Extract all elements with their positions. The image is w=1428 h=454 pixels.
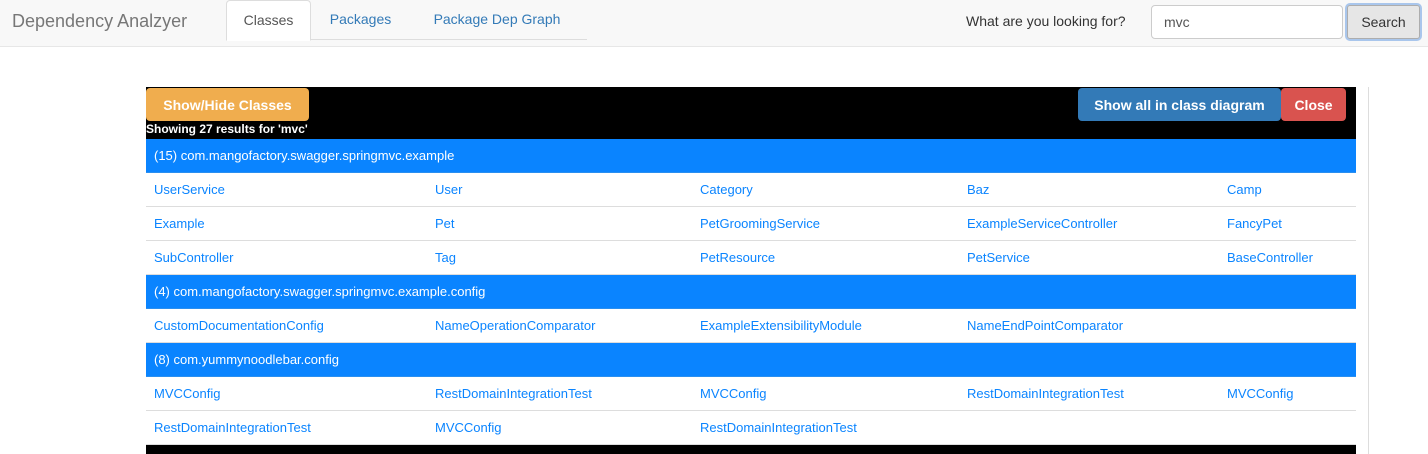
class-row: Example Pet PetGroomingService ExampleSe… <box>146 207 1356 241</box>
class-row: RestDomainIntegrationTest MVCConfig Rest… <box>146 411 1356 445</box>
class-link[interactable]: Category <box>700 182 753 197</box>
tab-bar: Classes Packages Package Dep Graph <box>226 0 587 41</box>
class-row: SubController Tag PetResource PetService… <box>146 241 1356 275</box>
class-row: UserService User Category Baz Camp <box>146 173 1356 207</box>
show-hide-classes-button[interactable]: Show/Hide Classes <box>146 88 309 121</box>
class-row: MVCConfig RestDomainIntegrationTest MVCC… <box>146 377 1356 411</box>
package-header[interactable]: (4) com.mangofactory.swagger.springmvc.e… <box>146 275 1356 309</box>
search-label: What are you looking for? <box>966 13 1126 29</box>
tab-package-dep-graph[interactable]: Package Dep Graph <box>410 0 584 40</box>
class-link[interactable]: NameOperationComparator <box>435 318 595 333</box>
package-header[interactable]: (8) com.yummynoodlebar.config <box>146 343 1356 377</box>
class-link[interactable]: Example <box>154 216 205 231</box>
class-link[interactable]: MVCConfig <box>154 386 220 401</box>
results-panel: Show/Hide Classes Show all in class diag… <box>146 87 1356 454</box>
class-link[interactable]: MVCConfig <box>435 420 501 435</box>
class-link[interactable]: UserService <box>154 182 225 197</box>
close-button[interactable]: Close <box>1281 88 1346 121</box>
class-link[interactable]: RestDomainIntegrationTest <box>700 420 857 435</box>
app-title[interactable]: Dependency Analzyer <box>12 11 187 32</box>
class-link[interactable]: CustomDocumentationConfig <box>154 318 324 333</box>
class-link[interactable]: RestDomainIntegrationTest <box>967 386 1124 401</box>
class-link[interactable]: User <box>435 182 462 197</box>
navbar: Dependency Analzyer Classes Packages Pac… <box>0 0 1428 47</box>
panel-scroll-edge <box>1356 87 1369 454</box>
tab-classes[interactable]: Classes <box>226 0 311 41</box>
class-link[interactable]: Baz <box>967 182 989 197</box>
search-input[interactable] <box>1151 5 1343 39</box>
class-link[interactable]: RestDomainIntegrationTest <box>435 386 592 401</box>
class-link[interactable]: MVCConfig <box>1227 386 1293 401</box>
tab-packages[interactable]: Packages <box>311 0 410 40</box>
class-link[interactable]: MVCConfig <box>700 386 766 401</box>
class-link[interactable]: NameEndPointComparator <box>967 318 1123 333</box>
class-row: CustomDocumentationConfig NameOperationC… <box>146 309 1356 343</box>
results-list: (15) com.mangofactory.swagger.springmvc.… <box>146 139 1356 445</box>
class-link[interactable]: Tag <box>435 250 456 265</box>
class-link[interactable]: BaseController <box>1227 250 1313 265</box>
class-link[interactable]: ExampleServiceController <box>967 216 1117 231</box>
package-header[interactable]: (15) com.mangofactory.swagger.springmvc.… <box>146 139 1356 173</box>
class-link[interactable]: SubController <box>154 250 234 265</box>
results-summary: Showing 27 results for 'mvc' <box>146 122 308 136</box>
class-link[interactable]: PetResource <box>700 250 775 265</box>
class-link[interactable]: PetService <box>967 250 1030 265</box>
class-link[interactable]: Camp <box>1227 182 1262 197</box>
class-link[interactable]: RestDomainIntegrationTest <box>154 420 311 435</box>
search-button[interactable]: Search <box>1347 5 1420 39</box>
class-link[interactable]: PetGroomingService <box>700 216 820 231</box>
class-link[interactable]: Pet <box>435 216 455 231</box>
show-all-in-class-diagram-button[interactable]: Show all in class diagram <box>1078 88 1281 121</box>
class-link[interactable]: FancyPet <box>1227 216 1282 231</box>
class-link[interactable]: ExampleExtensibilityModule <box>700 318 862 333</box>
